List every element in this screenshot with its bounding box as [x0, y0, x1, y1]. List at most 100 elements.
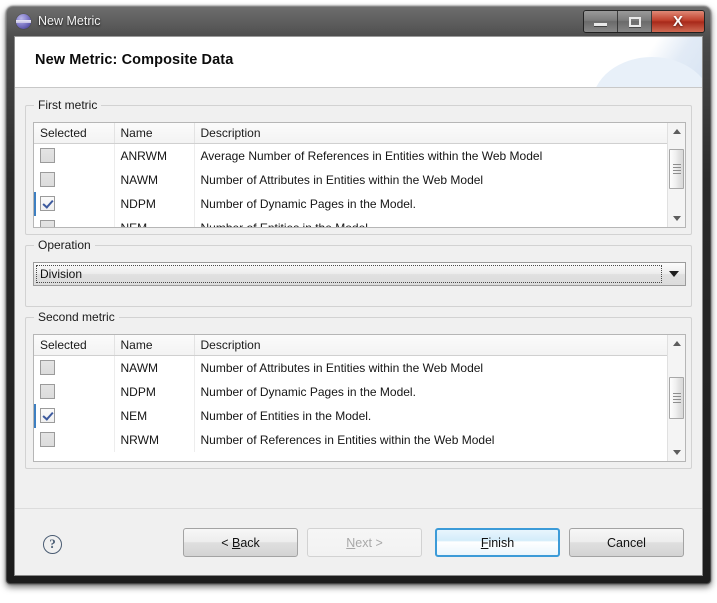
row-checkbox-cell[interactable] — [34, 191, 115, 216]
column-header-name[interactable]: Name — [114, 123, 195, 144]
dialog-client-area: New Metric: Composite Data First metric … — [14, 36, 703, 576]
checkbox-unchecked[interactable] — [40, 172, 55, 188]
checkbox-checked[interactable] — [40, 408, 55, 424]
title-bar[interactable]: New Metric X — [6, 6, 711, 36]
row-description: Number of Attributes in Entities within … — [194, 167, 667, 192]
first-metric-group: First metric Selected Name Description A… — [25, 98, 692, 235]
help-icon[interactable]: ? — [43, 535, 62, 554]
window-title: New Metric — [38, 14, 101, 28]
row-checkbox-cell[interactable] — [34, 379, 115, 404]
row-description: Number of Attributes in Entities within … — [194, 355, 667, 380]
row-checkbox-cell[interactable] — [34, 403, 115, 428]
chevron-down-icon — [669, 271, 679, 277]
maximize-icon — [628, 16, 641, 27]
checkbox-unchecked[interactable] — [40, 384, 55, 400]
table-header-row: Selected Name Description — [34, 335, 667, 356]
row-description: Number of References in Entities within … — [194, 427, 667, 452]
cancel-button-label: Cancel — [607, 535, 646, 550]
finish-button[interactable]: Finish — [435, 528, 560, 557]
dialog-button-bar: ? < Back Next > Finish Cancel — [15, 508, 702, 575]
page-title: New Metric: Composite Data — [35, 52, 234, 68]
row-name: ANRWM — [114, 143, 195, 168]
first-metric-table: Selected Name Description ANRWM Average … — [33, 122, 686, 228]
scroll-up-button[interactable] — [668, 123, 685, 140]
chevron-up-icon — [672, 341, 681, 346]
close-icon: X — [672, 13, 683, 30]
table-header-row: Selected Name Description — [34, 123, 667, 144]
scrollbar-thumb[interactable] — [669, 377, 684, 419]
row-name: NDPM — [114, 379, 195, 404]
first-metric-scrollbar[interactable] — [667, 123, 685, 227]
row-description: Number of Entities in the Model. — [194, 403, 667, 428]
wizard-banner: New Metric: Composite Data — [15, 37, 702, 88]
second-metric-scrollbar[interactable] — [667, 335, 685, 461]
scrollbar-thumb[interactable] — [669, 149, 684, 189]
table-row[interactable]: NRWM Number of References in Entities wi… — [34, 427, 667, 452]
row-description: Number of Dynamic Pages in the Model. — [194, 379, 667, 404]
operation-dropdown[interactable]: Division — [33, 262, 686, 286]
first-metric-table-body: Selected Name Description ANRWM Average … — [34, 123, 667, 227]
title-bar-left: New Metric — [16, 11, 101, 31]
chevron-down-icon — [672, 450, 681, 455]
row-name: NAWM — [114, 167, 195, 192]
first-metric-group-label: First metric — [34, 98, 102, 112]
maximize-button[interactable] — [618, 11, 652, 32]
checkbox-unchecked[interactable] — [40, 432, 55, 448]
column-header-description[interactable]: Description — [194, 335, 667, 356]
column-header-selected[interactable]: Selected — [34, 335, 115, 356]
focus-outline — [36, 265, 662, 283]
row-name: NDPM — [114, 191, 195, 216]
table-row-selected[interactable]: NEM Number of Entities in the Model. — [34, 403, 667, 428]
row-description: Average Number of References in Entities… — [194, 143, 667, 168]
second-metric-table: Selected Name Description NAWM Number of… — [33, 334, 686, 462]
second-metric-group-label: Second metric — [34, 310, 119, 324]
checkbox-checked[interactable] — [40, 196, 55, 212]
row-name: NAWM — [114, 355, 195, 380]
second-metric-group: Second metric Selected Name Description — [25, 310, 692, 469]
row-description: Number of Dynamic Pages in the Model. — [194, 191, 667, 216]
table-row[interactable]: NAWM Number of Attributes in Entities wi… — [34, 355, 667, 380]
close-button[interactable]: X — [652, 11, 704, 32]
scroll-down-button[interactable] — [668, 444, 685, 461]
row-checkbox-cell[interactable] — [34, 427, 115, 452]
next-button-label: Next > — [346, 535, 383, 550]
dialog-window: New Metric X New Metric: Composite Data … — [6, 6, 711, 584]
operation-group-label: Operation — [34, 238, 95, 252]
table-row[interactable]: NAWM Number of Attributes in Entities wi… — [34, 167, 667, 192]
checkbox-unchecked[interactable] — [40, 220, 55, 227]
chevron-up-icon — [672, 129, 681, 134]
dropdown-arrow-button[interactable] — [663, 263, 685, 285]
row-checkbox-cell[interactable] — [34, 167, 115, 192]
window-controls: X — [583, 10, 705, 33]
minimize-icon — [594, 23, 607, 26]
column-header-description[interactable]: Description — [194, 123, 667, 144]
row-name: NEM — [114, 403, 195, 428]
checkbox-unchecked[interactable] — [40, 148, 55, 164]
second-metric-table-body: Selected Name Description NAWM Number of… — [34, 335, 667, 461]
back-button-label: < Back — [221, 535, 260, 550]
next-button: Next > — [307, 528, 422, 557]
row-checkbox-cell[interactable] — [34, 143, 115, 168]
column-header-selected[interactable]: Selected — [34, 123, 115, 144]
row-checkbox-cell[interactable] — [34, 355, 115, 380]
checkbox-unchecked[interactable] — [40, 360, 55, 376]
scroll-down-button[interactable] — [668, 210, 685, 227]
table-row[interactable]: ANRWM Average Number of References in En… — [34, 143, 667, 168]
eclipse-sphere-icon — [16, 13, 31, 29]
scroll-up-button[interactable] — [668, 335, 685, 352]
finish-button-label: Finish — [480, 535, 515, 550]
chevron-down-icon — [672, 216, 681, 221]
table-row-selected[interactable]: NDPM Number of Dynamic Pages in the Mode… — [34, 191, 667, 216]
row-name: NRWM — [114, 427, 195, 452]
minimize-button[interactable] — [584, 11, 618, 32]
row-checkbox-cell[interactable] — [34, 215, 115, 227]
row-description: Number of Entities in the Model. — [194, 215, 667, 227]
back-button[interactable]: < Back — [183, 528, 298, 557]
operation-group: Operation Division — [25, 238, 692, 307]
cancel-button[interactable]: Cancel — [569, 528, 684, 557]
table-row[interactable]: NDPM Number of Dynamic Pages in the Mode… — [34, 379, 667, 404]
table-row[interactable]: NEM Number of Entities in the Model. — [34, 215, 667, 227]
operation-selected-value: Division — [40, 267, 83, 281]
row-name: NEM — [114, 215, 195, 227]
column-header-name[interactable]: Name — [114, 335, 195, 356]
